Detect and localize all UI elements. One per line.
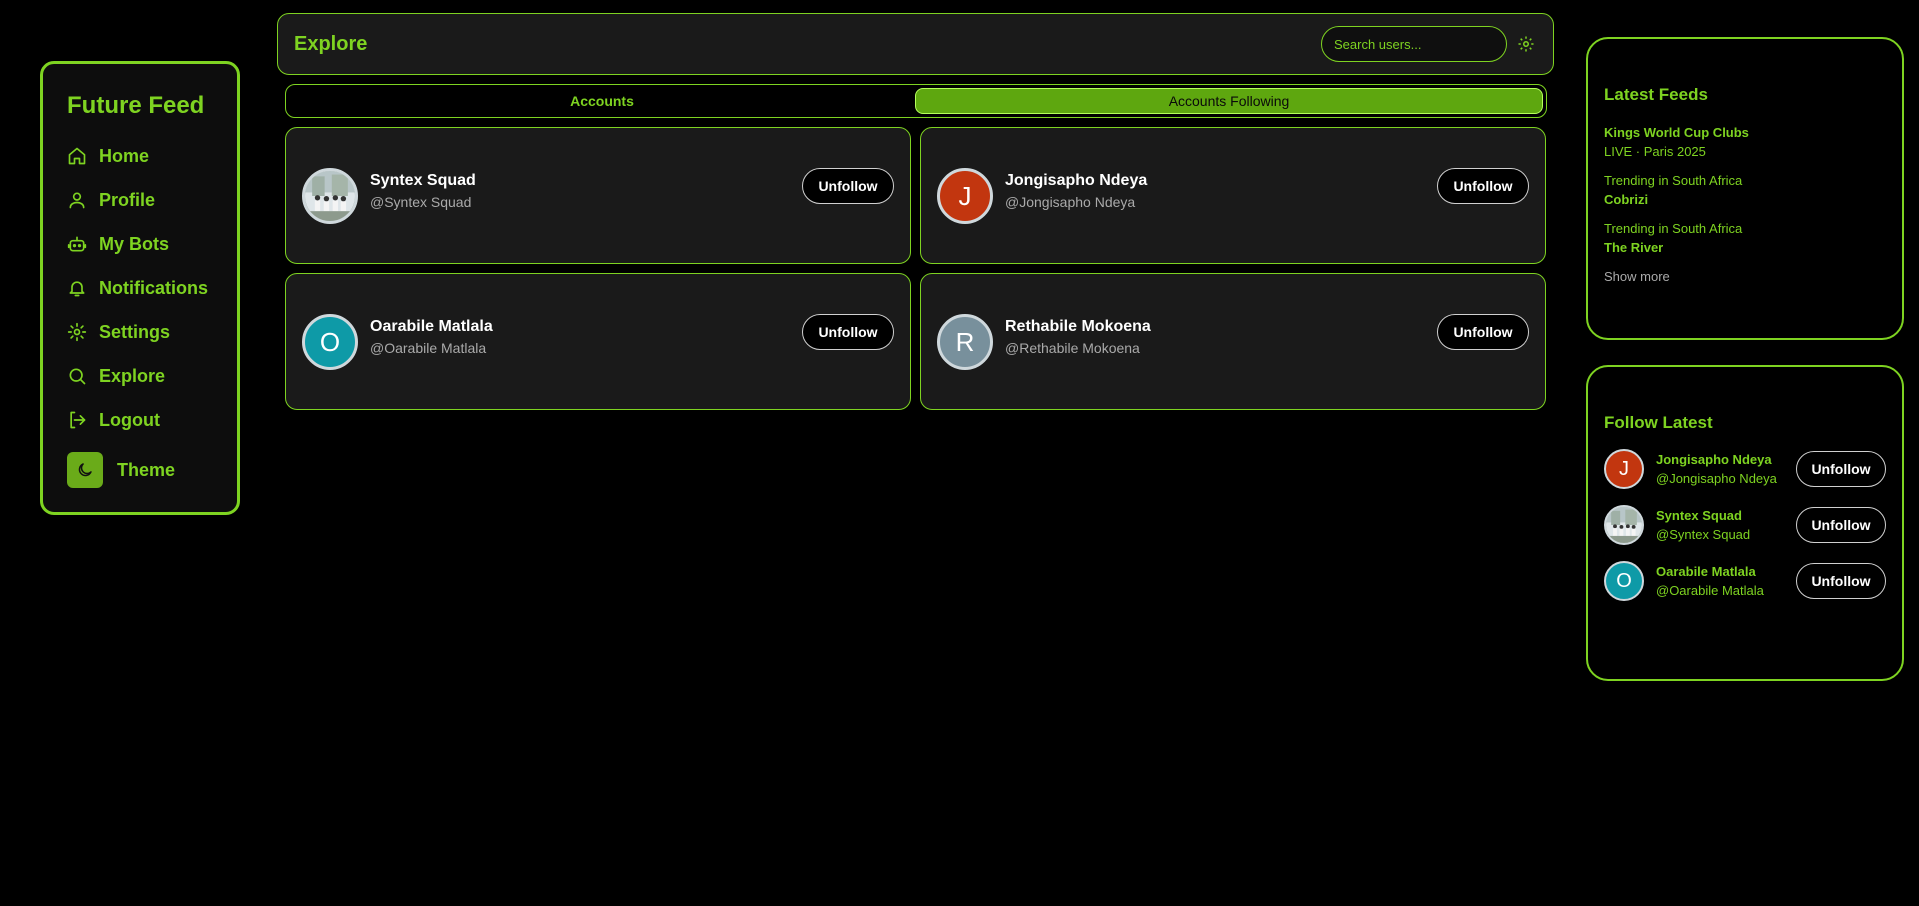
theme-toggle-button[interactable] [67,452,103,488]
sidebar-item-logout[interactable]: Logout [67,398,237,442]
avatar: J [937,168,993,224]
feed-item-subtitle: Cobrizi [1604,192,1649,207]
group-photo-icon [1606,507,1642,543]
feed-item-subtitle: The River [1604,240,1664,255]
sidebar-item-label: Notifications [99,277,209,298]
feed-item-title: Trending in South Africa [1604,221,1743,236]
account-handle: @Rethabile Mokoena [1005,340,1140,356]
unfollow-button[interactable]: Unfollow [1796,563,1886,599]
bell-icon [69,281,85,297]
account-card: Syntex Squad @Syntex Squad Unfollow [285,127,911,264]
gear-icon [67,322,87,342]
latest-feeds-panel: Latest Feeds Kings World Cup Clubs LIVE … [1586,37,1904,340]
sidebar-item-label: My Bots [99,233,170,254]
settings-button[interactable] [1515,33,1537,55]
list-item: O Oarabile Matlala @Oarabile Matlala Unf… [1604,553,1886,609]
sidebar-item-theme[interactable]: Theme [67,446,237,494]
unfollow-button[interactable]: Unfollow [802,314,894,350]
group-photo-icon [305,171,355,221]
feed-item-subtitle: LIVE · Paris 2025 [1604,144,1706,159]
user-handle: @Syntex Squad [1656,527,1751,542]
gear-icon [1518,36,1534,52]
unfollow-button[interactable]: Unfollow [1437,168,1529,204]
sidebar-item-label: Home [99,145,150,166]
feed-item[interactable]: Trending in South Africa The River [1604,221,1886,255]
sidebar-item-label: Theme [117,459,176,480]
show-more-link[interactable]: Show more [1604,269,1886,284]
latest-feeds-title: Latest Feeds [1604,85,1708,104]
search-input[interactable] [1321,26,1507,62]
user-name: Syntex Squad [1656,508,1742,523]
brand-title: Future Feed [67,92,205,119]
user-handle: @Oarabile Matlala [1656,583,1764,598]
user-handle: @Jongisapho Ndeya [1656,471,1777,486]
user-name: Jongisapho Ndeya [1656,452,1772,467]
unfollow-button[interactable]: Unfollow [1796,451,1886,487]
avatar [1604,505,1644,545]
unfollow-button[interactable]: Unfollow [1437,314,1529,350]
page-header: Explore [277,13,1554,75]
account-handle: @Syntex Squad [370,194,472,210]
account-name: Oarabile Matlala [370,318,493,335]
sidebar-item-settings[interactable]: Settings [67,310,237,354]
unfollow-button[interactable]: Unfollow [802,168,894,204]
account-card: O Oarabile Matlala @Oarabile Matlala Unf… [285,273,911,410]
tab-accounts-following[interactable]: Accounts Following [915,88,1543,114]
sidebar-item-notifications[interactable]: Notifications [67,266,237,310]
avatar [302,168,358,224]
feed-item[interactable]: Kings World Cup Clubs LIVE · Paris 2025 [1604,125,1886,159]
moon-icon [78,463,92,477]
account-name: Jongisapho Ndeya [1005,172,1148,189]
list-item: J Jongisapho Ndeya @Jongisapho Ndeya Unf… [1604,441,1886,497]
avatar: O [1604,561,1644,601]
account-card: R Rethabile Mokoena @Rethabile Mokoena U… [920,273,1546,410]
sidebar-item-label: Settings [99,321,171,342]
unfollow-button[interactable]: Unfollow [1796,507,1886,543]
page-title: Explore [294,32,368,55]
sidebar-item-home[interactable]: Home [67,134,237,178]
avatar: R [937,314,993,370]
feed-item[interactable]: Trending in South Africa Cobrizi [1604,173,1886,207]
account-name: Syntex Squad [370,172,476,189]
follow-latest-panel: Follow Latest J Jongisapho Ndeya @Jongis… [1586,365,1904,681]
sidebar: Future Feed Home Profile My Bots Notific… [40,61,240,515]
home-icon [68,147,86,165]
account-handle: @Jongisapho Ndeya [1005,194,1136,210]
sidebar-item-label: Logout [99,409,160,430]
logout-icon [70,411,86,429]
list-item: Syntex Squad @Syntex Squad Unfollow [1604,497,1886,553]
sidebar-item-profile[interactable]: Profile [67,178,237,222]
account-handle: @Oarabile Matlala [370,340,487,356]
sidebar-item-label: Profile [99,189,156,210]
search-icon [69,368,86,385]
avatar: J [1604,449,1644,489]
user-name: Oarabile Matlala [1656,564,1756,579]
follow-latest-title: Follow Latest [1604,413,1713,432]
sidebar-item-explore[interactable]: Explore [67,354,237,398]
sidebar-item-my-bots[interactable]: My Bots [67,222,237,266]
tab-accounts[interactable]: Accounts [289,88,915,114]
sidebar-item-label: Explore [99,365,166,386]
avatar: O [302,314,358,370]
feed-item-title: Kings World Cup Clubs [1604,125,1749,140]
user-icon [69,192,85,209]
feed-item-title: Trending in South Africa [1604,173,1743,188]
tab-bar: Accounts Accounts Following [285,84,1547,118]
account-card: J Jongisapho Ndeya @Jongisapho Ndeya Unf… [920,127,1546,264]
account-name: Rethabile Mokoena [1005,318,1151,335]
bot-icon [67,236,87,252]
